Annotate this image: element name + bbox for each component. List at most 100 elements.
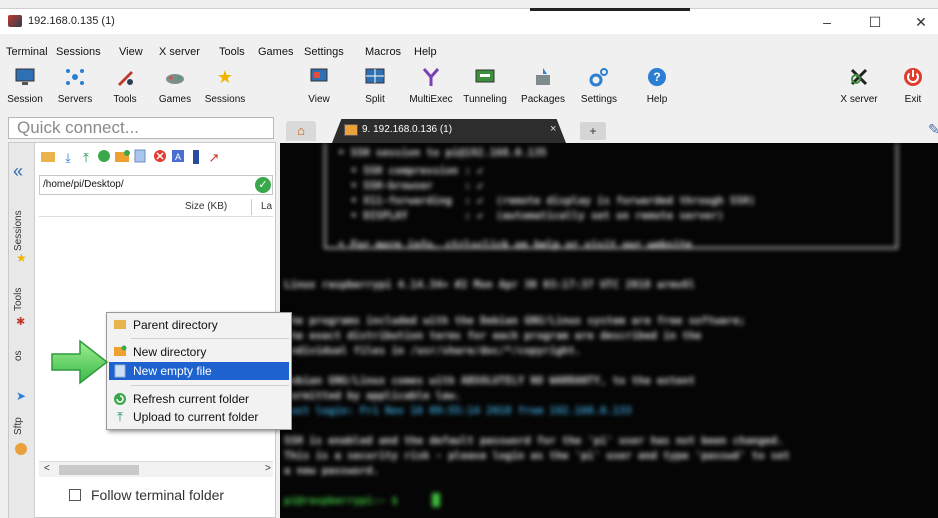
xserver-button[interactable]: X server bbox=[834, 66, 884, 105]
terminal-prompt: pi@raspberrypi:~ $ bbox=[284, 495, 405, 507]
menu-item-new-empty-file[interactable]: New empty file bbox=[109, 362, 289, 380]
edit-icon[interactable]: ↗ bbox=[205, 149, 223, 167]
scrollbar-thumb[interactable] bbox=[59, 465, 139, 475]
terminal-line: • X11-forwarding : ✔ (remote display is … bbox=[338, 195, 756, 207]
tunneling-button[interactable]: Tunneling bbox=[460, 66, 510, 105]
menu-macros[interactable]: Macros bbox=[365, 46, 401, 58]
tab-sftp[interactable]: Sftp bbox=[13, 417, 24, 435]
download-icon[interactable]: ⤓ bbox=[59, 149, 77, 167]
terminal-line: • SSH session to pi@192.168.0.135 bbox=[338, 147, 547, 159]
refresh-icon[interactable] bbox=[95, 149, 113, 167]
star-icon: ★ bbox=[216, 67, 234, 87]
power-icon bbox=[902, 66, 924, 88]
terminal-line: This is a security risk - please login a… bbox=[284, 450, 790, 462]
close-button[interactable]: ✕ bbox=[898, 9, 938, 35]
terminal-area[interactable]: • SSH session to pi@192.168.0.135 • SSH … bbox=[280, 143, 938, 518]
quick-connect-input[interactable]: Quick connect... bbox=[8, 117, 274, 139]
menu-sessions[interactable]: Sessions bbox=[56, 46, 101, 58]
new-file-icon bbox=[113, 364, 127, 378]
menu-separator bbox=[131, 338, 289, 339]
terminal-line: • DISPLAY : ✔ (automatically set on remo… bbox=[338, 210, 724, 222]
games-icon bbox=[164, 66, 186, 88]
monitor-icon bbox=[14, 66, 36, 88]
multiexec-label: MultiExec bbox=[409, 94, 453, 105]
collapse-panel-icon[interactable]: « bbox=[13, 161, 23, 182]
menu-item-refresh[interactable]: Refresh current folder bbox=[109, 390, 289, 408]
size-column-header[interactable]: Size (KB) bbox=[185, 201, 227, 212]
svg-text:?: ? bbox=[653, 70, 660, 84]
menu-help[interactable]: Help bbox=[414, 46, 437, 58]
refresh-icon bbox=[113, 392, 127, 406]
sftp-tab-icon bbox=[15, 443, 27, 455]
menu-view[interactable]: View bbox=[119, 46, 143, 58]
maximize-button[interactable]: ☐ bbox=[852, 9, 898, 35]
title-divider bbox=[530, 8, 690, 11]
go-path-icon[interactable]: ✓ bbox=[255, 177, 271, 193]
close-tab-icon[interactable]: × bbox=[550, 123, 556, 135]
terminal-line: permitted by applicable law. bbox=[284, 390, 462, 402]
new-tab-button[interactable]: + bbox=[580, 122, 606, 140]
xserver-label: X server bbox=[840, 94, 878, 105]
split-label: Split bbox=[365, 94, 385, 105]
servers-icon bbox=[64, 66, 86, 88]
menu-item-label: Upload to current folder bbox=[133, 410, 259, 424]
servers-button[interactable]: Servers bbox=[50, 66, 100, 105]
parent-folder-icon bbox=[113, 318, 127, 332]
home-tab[interactable]: ⌂ bbox=[286, 121, 316, 141]
new-file-icon[interactable] bbox=[131, 149, 149, 167]
menu-games[interactable]: Games bbox=[258, 46, 293, 58]
terminal-output: • SSH session to pi@192.168.0.135 • SSH … bbox=[280, 143, 938, 518]
pen-icon[interactable]: ✎ bbox=[928, 121, 938, 138]
home-icon: ⌂ bbox=[297, 123, 305, 138]
multiexec-button[interactable]: MultiExec bbox=[406, 66, 456, 105]
menu-x-server[interactable]: X server bbox=[159, 46, 200, 58]
tools-button[interactable]: Tools bbox=[100, 66, 150, 105]
file-list-header: Size (KB) La bbox=[39, 197, 273, 217]
split-button[interactable]: Split bbox=[350, 66, 400, 105]
menu-separator bbox=[131, 385, 289, 386]
scroll-right-icon[interactable]: > bbox=[265, 463, 271, 474]
terminal-tab[interactable]: 9. 192.168.0.136 (1) × bbox=[332, 119, 566, 143]
parent-folder-icon[interactable] bbox=[39, 149, 57, 167]
tab-sessions[interactable]: Sessions bbox=[13, 210, 24, 251]
context-menu: Parent directory New directory New empty… bbox=[106, 312, 292, 430]
menu-item-new-directory[interactable]: New directory bbox=[109, 343, 289, 361]
session-button[interactable]: Session bbox=[0, 66, 50, 105]
svg-text:A: A bbox=[175, 152, 181, 162]
menu-terminal[interactable]: Terminal bbox=[6, 46, 48, 58]
menu-item-label: New empty file bbox=[133, 364, 212, 378]
settings-label: Settings bbox=[580, 94, 618, 105]
games-button[interactable]: Games bbox=[150, 66, 200, 105]
packages-button[interactable]: Packages bbox=[518, 66, 568, 105]
sftp-path-field[interactable]: /home/pi/Desktop/ bbox=[39, 175, 273, 195]
horizontal-scrollbar[interactable]: < > bbox=[39, 461, 273, 477]
new-folder-icon[interactable] bbox=[113, 149, 131, 167]
scroll-left-icon[interactable]: < bbox=[44, 463, 50, 474]
tools-label: Tools bbox=[113, 94, 137, 105]
menu-tools[interactable]: Tools bbox=[219, 46, 245, 58]
delete-icon[interactable] bbox=[151, 149, 169, 167]
tools-tab-icon: ✱ bbox=[16, 316, 26, 328]
terminal-line: a new password. bbox=[284, 465, 379, 477]
settings-button[interactable]: Settings bbox=[574, 66, 624, 105]
packages-label: Packages bbox=[521, 94, 565, 105]
tab-macros[interactable]: os bbox=[13, 350, 24, 361]
upload-icon[interactable]: ⤒ bbox=[77, 149, 95, 167]
last-modified-column-header[interactable]: La bbox=[261, 201, 272, 212]
follow-terminal-folder-checkbox[interactable]: Follow terminal folder bbox=[69, 487, 224, 503]
exit-button[interactable]: Exit bbox=[888, 66, 938, 105]
title-bar: 192.168.0.135 (1) – ☐ ✕ bbox=[0, 8, 938, 34]
sessions-button[interactable]: ★ Sessions bbox=[200, 66, 250, 105]
menu-item-upload[interactable]: ⤒ Upload to current folder bbox=[109, 408, 289, 426]
menu-settings[interactable]: Settings bbox=[304, 46, 344, 58]
help-button[interactable]: ? Help bbox=[632, 66, 682, 105]
terminal-line: SSH is enabled and the default password … bbox=[284, 435, 784, 447]
rename-icon[interactable]: A bbox=[169, 149, 187, 167]
permissions-icon[interactable] bbox=[187, 149, 205, 167]
menu-item-parent-directory[interactable]: Parent directory bbox=[109, 316, 289, 334]
minimize-button[interactable]: – bbox=[804, 9, 850, 35]
tab-tools[interactable]: Tools bbox=[13, 288, 24, 311]
view-button[interactable]: View bbox=[294, 66, 344, 105]
checkbox-box[interactable] bbox=[69, 489, 81, 501]
toolbar: Session Servers Tools Games ★ Sessions V… bbox=[0, 62, 938, 114]
